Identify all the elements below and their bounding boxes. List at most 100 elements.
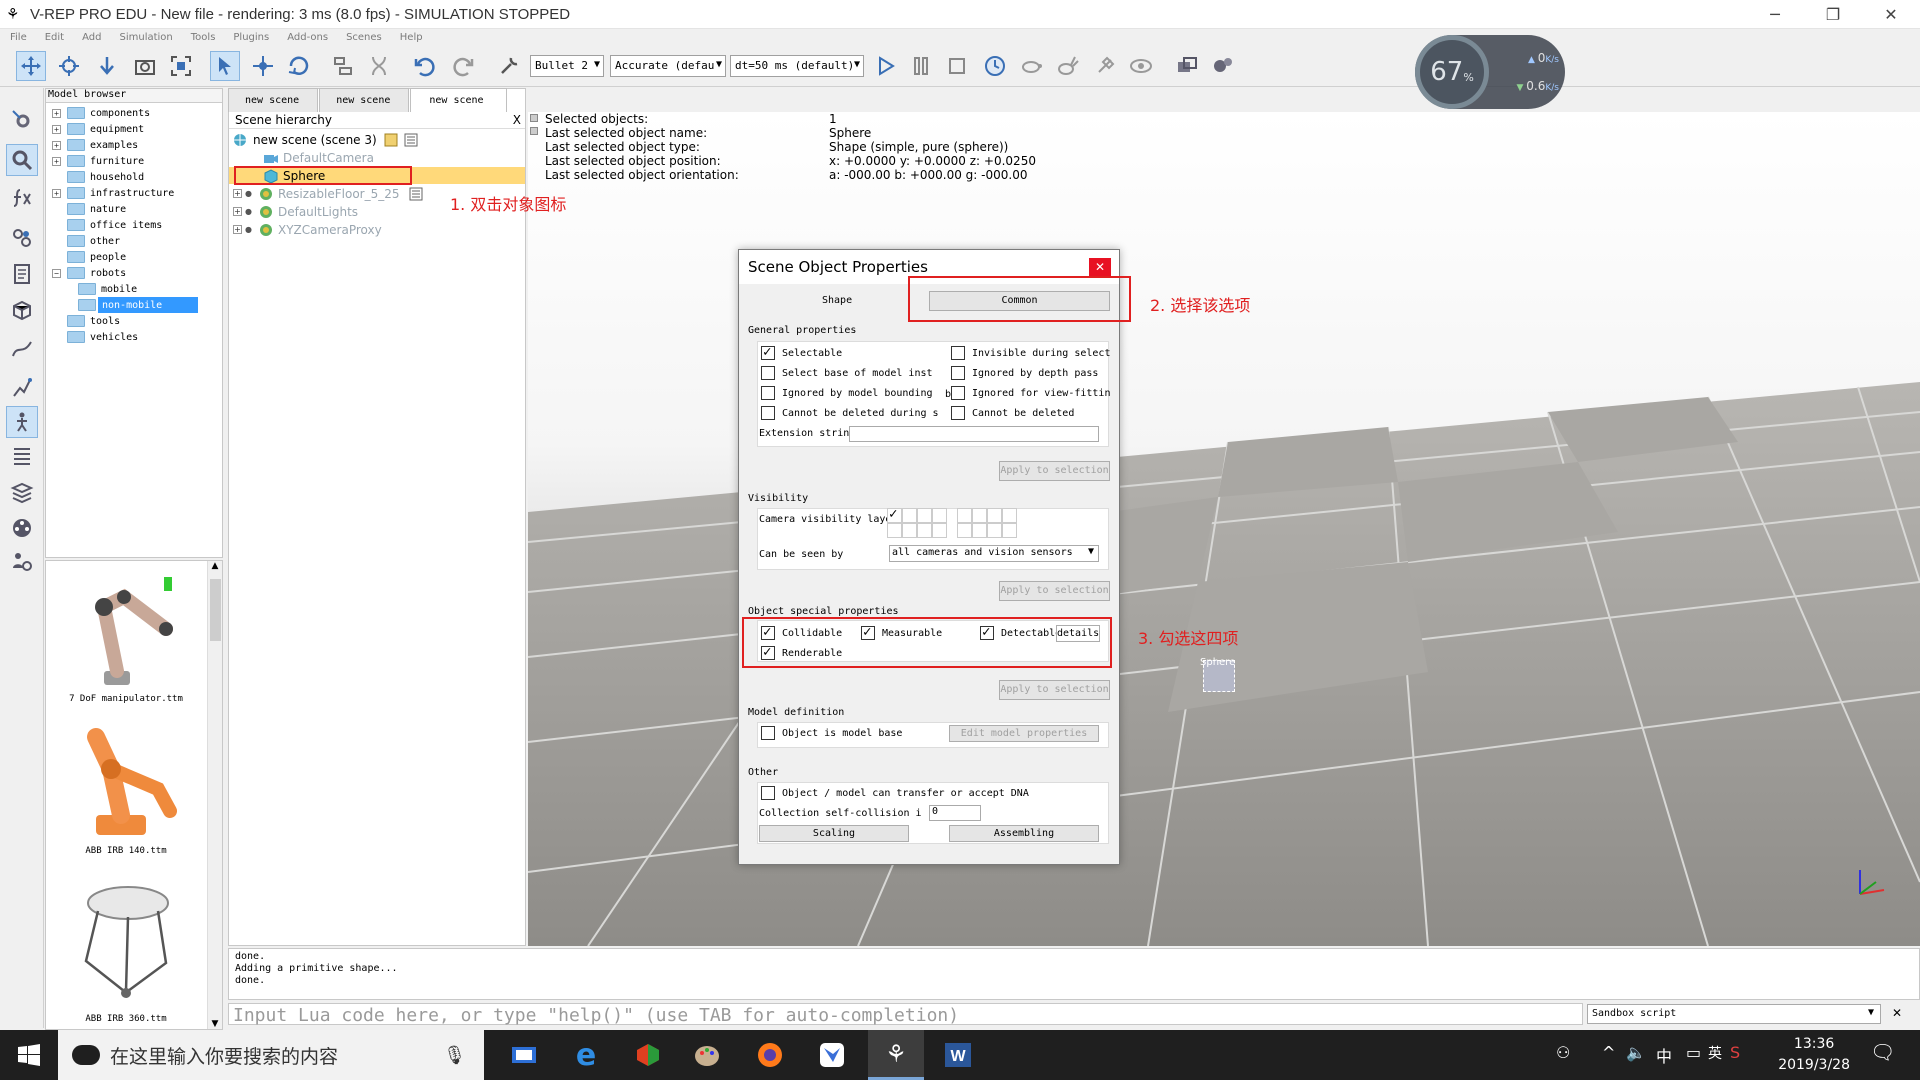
layer-checkbox[interactable]: [987, 523, 1002, 538]
layer-checkbox[interactable]: [902, 508, 917, 523]
model-folder-vehicles[interactable]: vehicles: [52, 329, 222, 345]
expand-icon[interactable]: +: [233, 189, 242, 198]
network-icon[interactable]: ▭: [1686, 1043, 1701, 1062]
microphone-icon[interactable]: 🎙: [443, 1045, 466, 1066]
scene-tab-3[interactable]: new scene: [410, 88, 507, 112]
undo-button[interactable]: [410, 51, 440, 81]
model-folder-people[interactable]: people: [52, 249, 222, 265]
info-toggle-icon[interactable]: [530, 114, 538, 122]
scene-tab-2[interactable]: new scene: [319, 88, 410, 112]
scaling-button[interactable]: Scaling: [759, 825, 909, 842]
scripts-button[interactable]: [6, 258, 38, 290]
ignored-for-view-fitting-checkbox[interactable]: Ignored for view-fittin: [951, 386, 1110, 400]
layer-1-checkbox[interactable]: [887, 506, 902, 523]
model-folder-mobile[interactable]: mobile: [52, 281, 222, 297]
taskbar-search-box[interactable]: 在这里输入你要搜索的内容 🎙: [58, 1030, 484, 1080]
layer-checkbox[interactable]: [957, 523, 972, 538]
model-folder-robots[interactable]: − robots: [52, 265, 222, 281]
menu-tools[interactable]: Tools: [191, 32, 216, 43]
feishu-app[interactable]: [804, 1030, 860, 1080]
checkbox-icon[interactable]: [761, 726, 775, 740]
assemble-button[interactable]: [328, 51, 358, 81]
thumbnail-abb-irb-360[interactable]: ABB IRB 360.ttm: [46, 881, 206, 1024]
model-folder-examples[interactable]: + examples: [52, 137, 222, 153]
model-folder-furniture[interactable]: + furniture: [52, 153, 222, 169]
layer-checkbox[interactable]: [917, 523, 932, 538]
hierarchy-item-resizablefloor[interactable]: + ● ResizableFloor_5_25: [233, 185, 428, 202]
ignored-by-model-bounding-checkbox[interactable]: Ignored by model bounding: [761, 386, 933, 400]
checkbox-icon[interactable]: [761, 344, 775, 360]
simulation-settings-button[interactable]: [6, 104, 38, 136]
firefox-app[interactable]: [742, 1030, 798, 1080]
menu-simulation[interactable]: Simulation: [119, 32, 172, 43]
properties-icon[interactable]: [403, 133, 419, 147]
camera-rotate-button[interactable]: [54, 51, 84, 81]
expand-icon[interactable]: +: [52, 124, 61, 134]
model-folder-tools[interactable]: tools: [52, 313, 222, 329]
page-selector-button[interactable]: [1208, 51, 1238, 81]
start-button[interactable]: [0, 1030, 58, 1080]
selectable-checkbox[interactable]: Selectable: [761, 344, 842, 360]
invisible-during-selection-checkbox[interactable]: Invisible during select: [951, 346, 1110, 360]
volume-icon[interactable]: 🔈: [1626, 1043, 1646, 1062]
can-be-seen-by-select[interactable]: all cameras and vision sensors ▼: [889, 545, 1099, 562]
show-hidden-icons-icon[interactable]: ^: [1602, 1043, 1615, 1062]
scroll-down-icon[interactable]: ▼: [208, 1019, 222, 1029]
object-is-model-base-checkbox[interactable]: Object is model base: [761, 726, 902, 740]
scene-viewport[interactable]: EDU Sphere: [528, 112, 1920, 946]
checkbox-icon[interactable]: [951, 386, 965, 400]
checkbox-icon[interactable]: [761, 386, 775, 400]
hierarchy-item-xyzcameraproxy[interactable]: + ● XYZCameraProxy: [233, 221, 382, 238]
menu-addons[interactable]: Add-ons: [287, 32, 328, 43]
layer-checkbox[interactable]: [957, 508, 972, 523]
model-folder-other[interactable]: other: [52, 233, 222, 249]
ime-indicator[interactable]: 中: [1656, 1043, 1672, 1067]
script-icon[interactable]: [383, 133, 399, 147]
layer-checkbox[interactable]: [972, 508, 987, 523]
thread-rendering-button[interactable]: [1090, 51, 1120, 81]
thumbnail-7dof-manipulator[interactable]: 7 DoF manipulator.ttm: [46, 567, 206, 704]
visibility-apply-button[interactable]: Apply to selection: [999, 581, 1110, 601]
object-shift-button[interactable]: [248, 51, 278, 81]
ime-mode-indicator[interactable]: 英: [1708, 1043, 1722, 1063]
object-rotate-button[interactable]: [284, 51, 314, 81]
expand-icon[interactable]: +: [52, 156, 61, 166]
collection-self-collision-input[interactable]: 0: [929, 805, 981, 821]
model-browser-toggle[interactable]: [6, 144, 38, 176]
task-view-app[interactable]: [496, 1030, 552, 1080]
expand-icon[interactable]: +: [52, 140, 61, 150]
model-folder-nature[interactable]: nature: [52, 201, 222, 217]
lua-close-icon[interactable]: ✕: [1892, 1006, 1902, 1020]
menu-help[interactable]: Help: [400, 32, 423, 43]
scroll-up-icon[interactable]: ▲: [208, 561, 222, 571]
layer-checkbox[interactable]: [917, 508, 932, 523]
video-recorder-button[interactable]: [6, 512, 38, 544]
vrep-app[interactable]: ⚘: [868, 1030, 924, 1080]
checkbox-icon[interactable]: [761, 406, 775, 420]
info-toggle-icon[interactable]: [530, 127, 538, 135]
expand-icon[interactable]: +: [52, 108, 61, 118]
assembling-button[interactable]: Assembling: [949, 825, 1099, 842]
transfer-dna-button[interactable]: [364, 51, 394, 81]
stop-simulation-button[interactable]: [942, 51, 972, 81]
edit-model-properties-button[interactable]: Edit model properties: [949, 725, 1099, 742]
script-icon[interactable]: [408, 187, 424, 201]
layers-button[interactable]: [6, 440, 38, 472]
ignored-by-depth-pass-checkbox[interactable]: Ignored by depth pass: [951, 366, 1098, 380]
accuracy-select[interactable]: Accurate (defau ▼: [610, 55, 726, 77]
notifications-icon[interactable]: 🗨: [1870, 1040, 1895, 1064]
ik-button[interactable]: [6, 372, 38, 404]
layer-checkbox[interactable]: [902, 523, 917, 538]
sogou-ime-icon[interactable]: S: [1730, 1043, 1740, 1062]
model-folder-components[interactable]: + components: [52, 105, 222, 121]
collapse-icon[interactable]: −: [52, 268, 61, 278]
hierarchy-item-defaultlights[interactable]: + ● DefaultLights: [233, 203, 358, 220]
checkbox-icon[interactable]: [951, 366, 965, 380]
dialog-close-button[interactable]: ✕: [1089, 258, 1111, 278]
select-base-of-model-checkbox[interactable]: Select base of model inst: [761, 366, 933, 380]
close-button[interactable]: ✕: [1862, 0, 1920, 29]
model-folder-household[interactable]: household: [52, 169, 222, 185]
paint-app[interactable]: [680, 1030, 736, 1080]
layer-checkbox[interactable]: [887, 523, 902, 538]
shape-edit-button[interactable]: [6, 294, 38, 326]
